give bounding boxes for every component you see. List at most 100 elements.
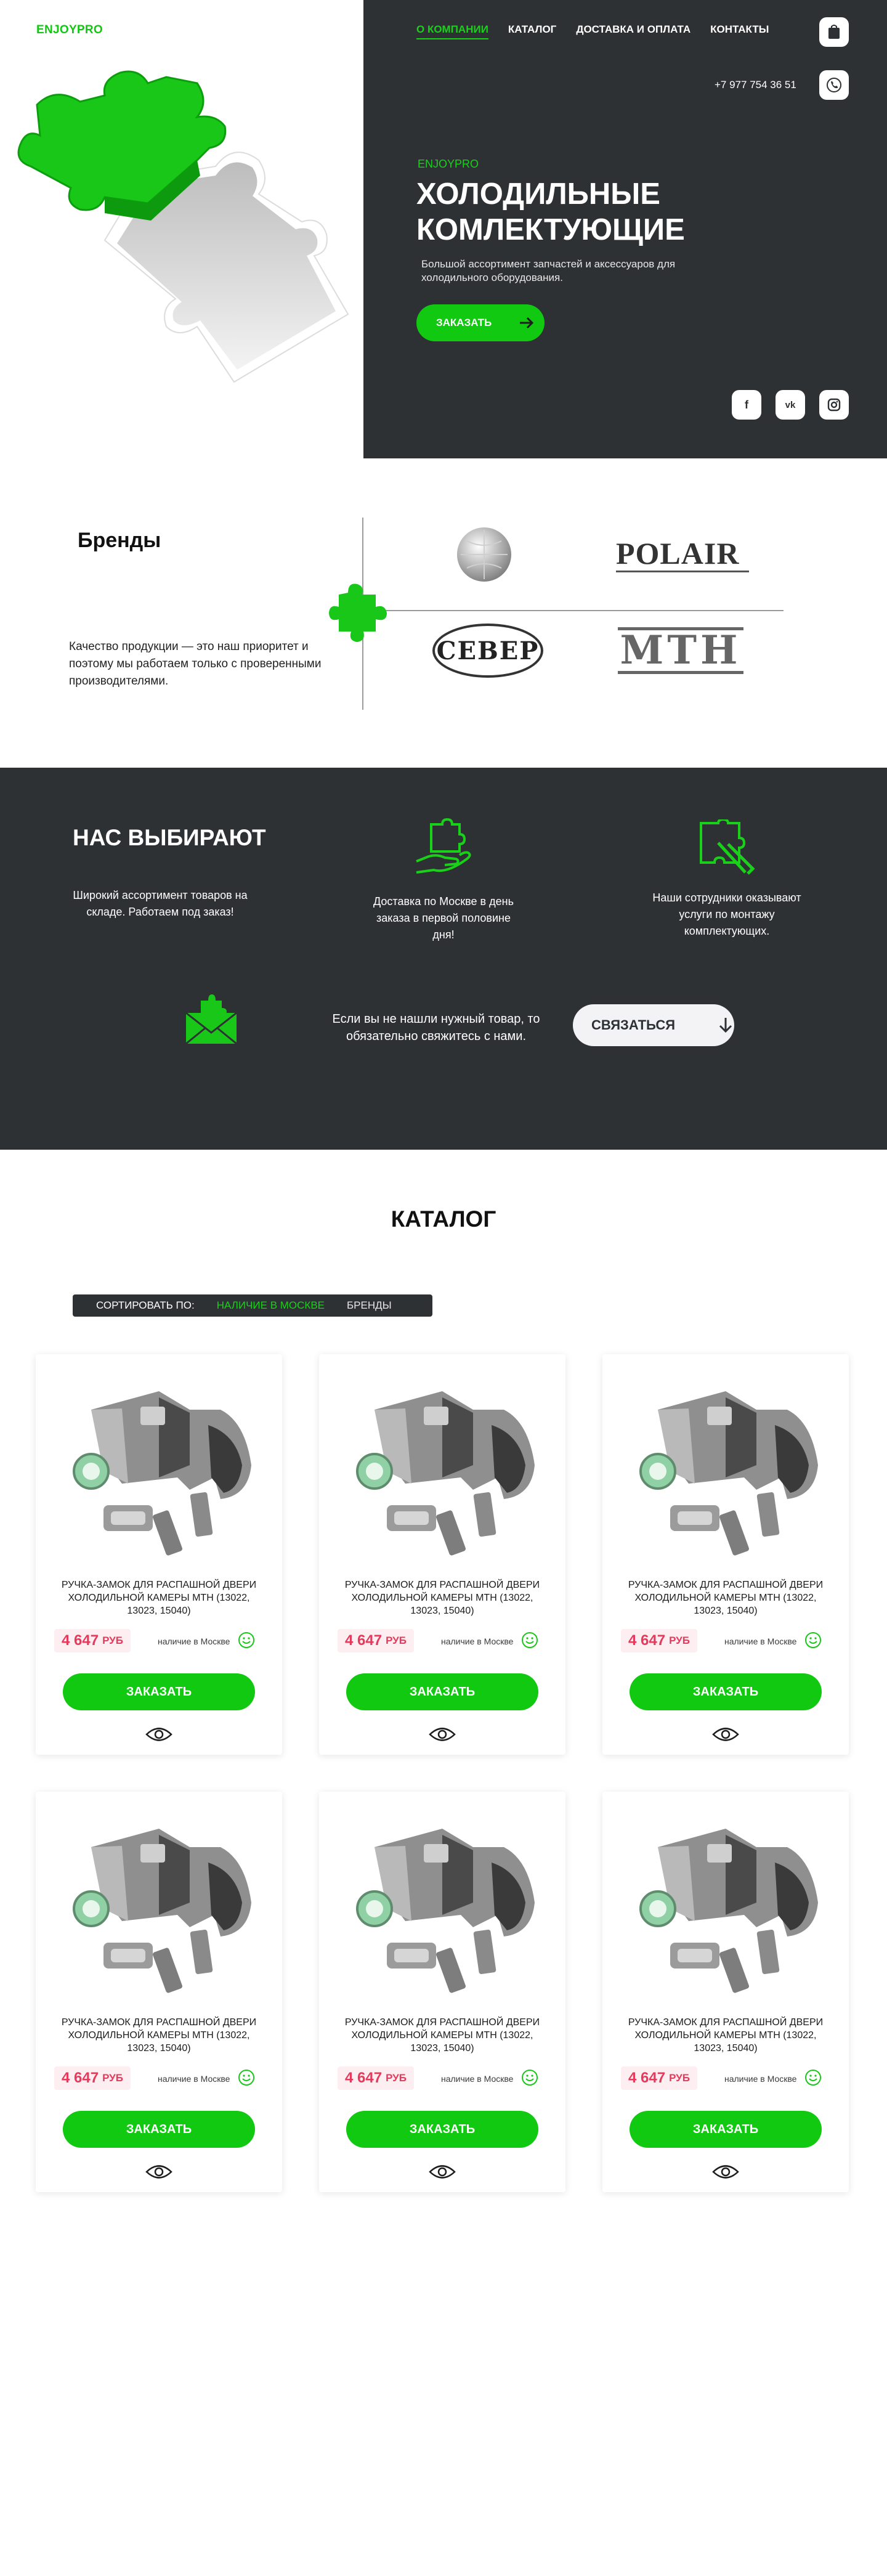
product-card[interactable]: РУЧКА-ЗАМОК ДЛЯ РАСПАШНОЙ ДВЕРИ ХОЛОДИЛЬ… [602, 1792, 849, 2192]
cart-button[interactable] [819, 17, 849, 47]
vk-icon: vk [785, 399, 796, 410]
feature-delivery: Доставка по Москве в день заказа в перво… [373, 895, 514, 941]
catalog-title: КАТАЛОГ [391, 1206, 496, 1232]
product-image[interactable] [350, 1810, 535, 1995]
product-card[interactable]: РУЧКА-ЗАМОК ДЛЯ РАСПАШНОЙ ДВЕРИ ХОЛОДИЛЬ… [36, 1354, 282, 1755]
sort-option-moscow-stock[interactable]: НАЛИЧИЕ В МОСКВЕ [217, 1299, 325, 1312]
smile-icon [805, 2070, 821, 2086]
hero-left-panel [0, 0, 363, 458]
hero-order-button[interactable]: ЗАКАЗАТЬ [416, 304, 545, 341]
price-currency: РУБ [102, 2072, 123, 2084]
phone-button[interactable] [819, 70, 849, 100]
brand-logo-sever[interactable]: СЕВЕР [432, 624, 543, 678]
nav-item-contacts[interactable]: КОНТАКТЫ [710, 23, 769, 39]
price-currency: РУБ [386, 1635, 407, 1646]
product-card[interactable]: РУЧКА-ЗАМОК ДЛЯ РАСПАШНОЙ ДВЕРИ ХОЛОДИЛЬ… [36, 1792, 282, 2192]
sever-logo: СЕВЕР [436, 636, 540, 665]
product-image[interactable] [633, 1810, 818, 1995]
facebook-button[interactable]: f [732, 390, 761, 420]
facebook-icon: f [745, 398, 748, 411]
stock-status: наличие в Москве [158, 1636, 230, 1646]
contact-prompt: Если вы не нашли нужный товар, то обязат… [332, 1012, 540, 1043]
price-value: 4 647 [345, 2070, 383, 2086]
smile-icon [522, 2070, 538, 2086]
smile-icon [238, 1632, 254, 1648]
vk-button[interactable]: vk [776, 390, 805, 420]
product-price: 4 647 РУБ [338, 2066, 414, 2090]
nav-item-delivery[interactable]: ДОСТАВКА И ОПЛАТА [576, 23, 691, 39]
nav-item-catalog[interactable]: КАТАЛОГ [508, 23, 556, 39]
site-logo[interactable]: ENJOYPRO [36, 23, 103, 37]
stock-status: наличие в Москве [724, 1636, 797, 1646]
product-order-button[interactable]: ЗАКАЗАТЬ [630, 2111, 822, 2148]
puzzle-center-icon [329, 583, 387, 642]
product-card[interactable]: РУЧКА-ЗАМОК ДЛЯ РАСПАШНОЙ ДВЕРИ ХОЛОДИЛЬ… [602, 1354, 849, 1755]
instagram-button[interactable] [819, 390, 849, 420]
smile-icon [522, 1632, 538, 1648]
product-price: 4 647 РУБ [621, 2066, 697, 2090]
product-image[interactable] [67, 1373, 251, 1558]
brand-logo-mtn[interactable]: МТН [617, 624, 744, 678]
product-price: 4 647 РУБ [621, 1629, 697, 1652]
product-order-button[interactable]: ЗАКАЗАТЬ [63, 1673, 255, 1710]
eye-icon[interactable] [429, 1726, 456, 1742]
sort-label: СОРТИРОВАТЬ ПО: [96, 1299, 195, 1311]
product-order-button[interactable]: ЗАКАЗАТЬ [630, 1673, 822, 1710]
puzzle-tools-icon [700, 819, 755, 875]
product-name[interactable]: РУЧКА-ЗАМОК ДЛЯ РАСПАШНОЙ ДВЕРИ ХОЛОДИЛЬ… [338, 2016, 547, 2055]
brand-logo-globe[interactable] [455, 525, 514, 584]
stock-status: наличие в Москве [158, 2074, 230, 2084]
product-card[interactable]: РУЧКА-ЗАМОК ДЛЯ РАСПАШНОЙ ДВЕРИ ХОЛОДИЛЬ… [319, 1354, 565, 1755]
contact-button[interactable]: СВЯЗАТЬСЯ [573, 1004, 734, 1046]
contact-button-label: СВЯЗАТЬСЯ [591, 1017, 676, 1033]
phone-number[interactable]: +7 977 754 36 51 [715, 79, 796, 91]
price-currency: РУБ [102, 1635, 123, 1646]
hand-puzzle-icon [416, 818, 471, 874]
main-nav: О КОМПАНИИ КАТАЛОГ ДОСТАВКА И ОПЛАТА КОН… [416, 23, 769, 39]
eye-icon[interactable] [712, 1726, 739, 1742]
product-card[interactable]: РУЧКА-ЗАМОК ДЛЯ РАСПАШНОЙ ДВЕРИ ХОЛОДИЛЬ… [319, 1792, 565, 2192]
brands-divider-horizontal [363, 610, 784, 611]
product-price: 4 647 РУБ [54, 2066, 131, 2090]
instagram-icon [827, 398, 841, 412]
eye-icon[interactable] [145, 2164, 172, 2180]
hero-brand: ENJOYPRO [418, 158, 479, 170]
product-order-button[interactable]: ЗАКАЗАТЬ [346, 2111, 538, 2148]
product-name[interactable]: РУЧКА-ЗАМОК ДЛЯ РАСПАШНОЙ ДВЕРИ ХОЛОДИЛЬ… [621, 2016, 830, 2055]
mtn-logo: МТН [617, 627, 744, 674]
product-image[interactable] [350, 1373, 535, 1558]
puzzle-illustration [17, 70, 349, 383]
product-name[interactable]: РУЧКА-ЗАМОК ДЛЯ РАСПАШНОЙ ДВЕРИ ХОЛОДИЛЬ… [54, 2016, 264, 2055]
product-image[interactable] [67, 1810, 251, 1995]
phone-icon [827, 78, 841, 92]
brands-description: Качество продукции — это наш приоритет и… [69, 640, 322, 688]
product-order-button[interactable]: ЗАКАЗАТЬ [346, 1673, 538, 1710]
eye-icon[interactable] [145, 1726, 172, 1742]
price-currency: РУБ [386, 2072, 407, 2084]
price-currency: РУБ [669, 2072, 690, 2084]
product-image[interactable] [633, 1373, 818, 1558]
price-value: 4 647 [345, 1632, 383, 1649]
globe-logo [457, 527, 511, 582]
brands-title: Бренды [78, 529, 161, 552]
eye-icon[interactable] [712, 2164, 739, 2180]
stock-status: наличие в Москве [441, 1636, 514, 1646]
product-name[interactable]: РУЧКА-ЗАМОК ДЛЯ РАСПАШНОЙ ДВЕРИ ХОЛОДИЛЬ… [54, 1579, 264, 1617]
product-name[interactable]: РУЧКА-ЗАМОК ДЛЯ РАСПАШНОЙ ДВЕРИ ХОЛОДИЛЬ… [338, 1579, 547, 1617]
product-order-button[interactable]: ЗАКАЗАТЬ [63, 2111, 255, 2148]
why-us-title: НАС ВЫБИРАЮТ [73, 825, 266, 850]
smile-icon [805, 1632, 821, 1648]
stock-status: наличие в Москве [724, 2074, 797, 2084]
cart-icon [828, 25, 840, 39]
sort-option-brands[interactable]: БРЕНДЫ [347, 1299, 392, 1312]
polair-logo: POLAIR [616, 536, 740, 571]
eye-icon[interactable] [429, 2164, 456, 2180]
hero-title: ХОЛОДИЛЬНЫЕ КОМЛЕКТУЮЩИЕ [416, 177, 685, 246]
sort-bar: СОРТИРОВАТЬ ПО: НАЛИЧИЕ В МОСКВЕ БРЕНДЫ [73, 1294, 432, 1317]
brand-logo-polair[interactable]: POLAIR [616, 537, 749, 578]
smile-icon [238, 2070, 254, 2086]
product-price: 4 647 РУБ [338, 1629, 414, 1652]
arrow-right-icon [520, 317, 534, 329]
nav-item-about[interactable]: О КОМПАНИИ [416, 23, 488, 39]
product-name[interactable]: РУЧКА-ЗАМОК ДЛЯ РАСПАШНОЙ ДВЕРИ ХОЛОДИЛЬ… [621, 1579, 830, 1617]
